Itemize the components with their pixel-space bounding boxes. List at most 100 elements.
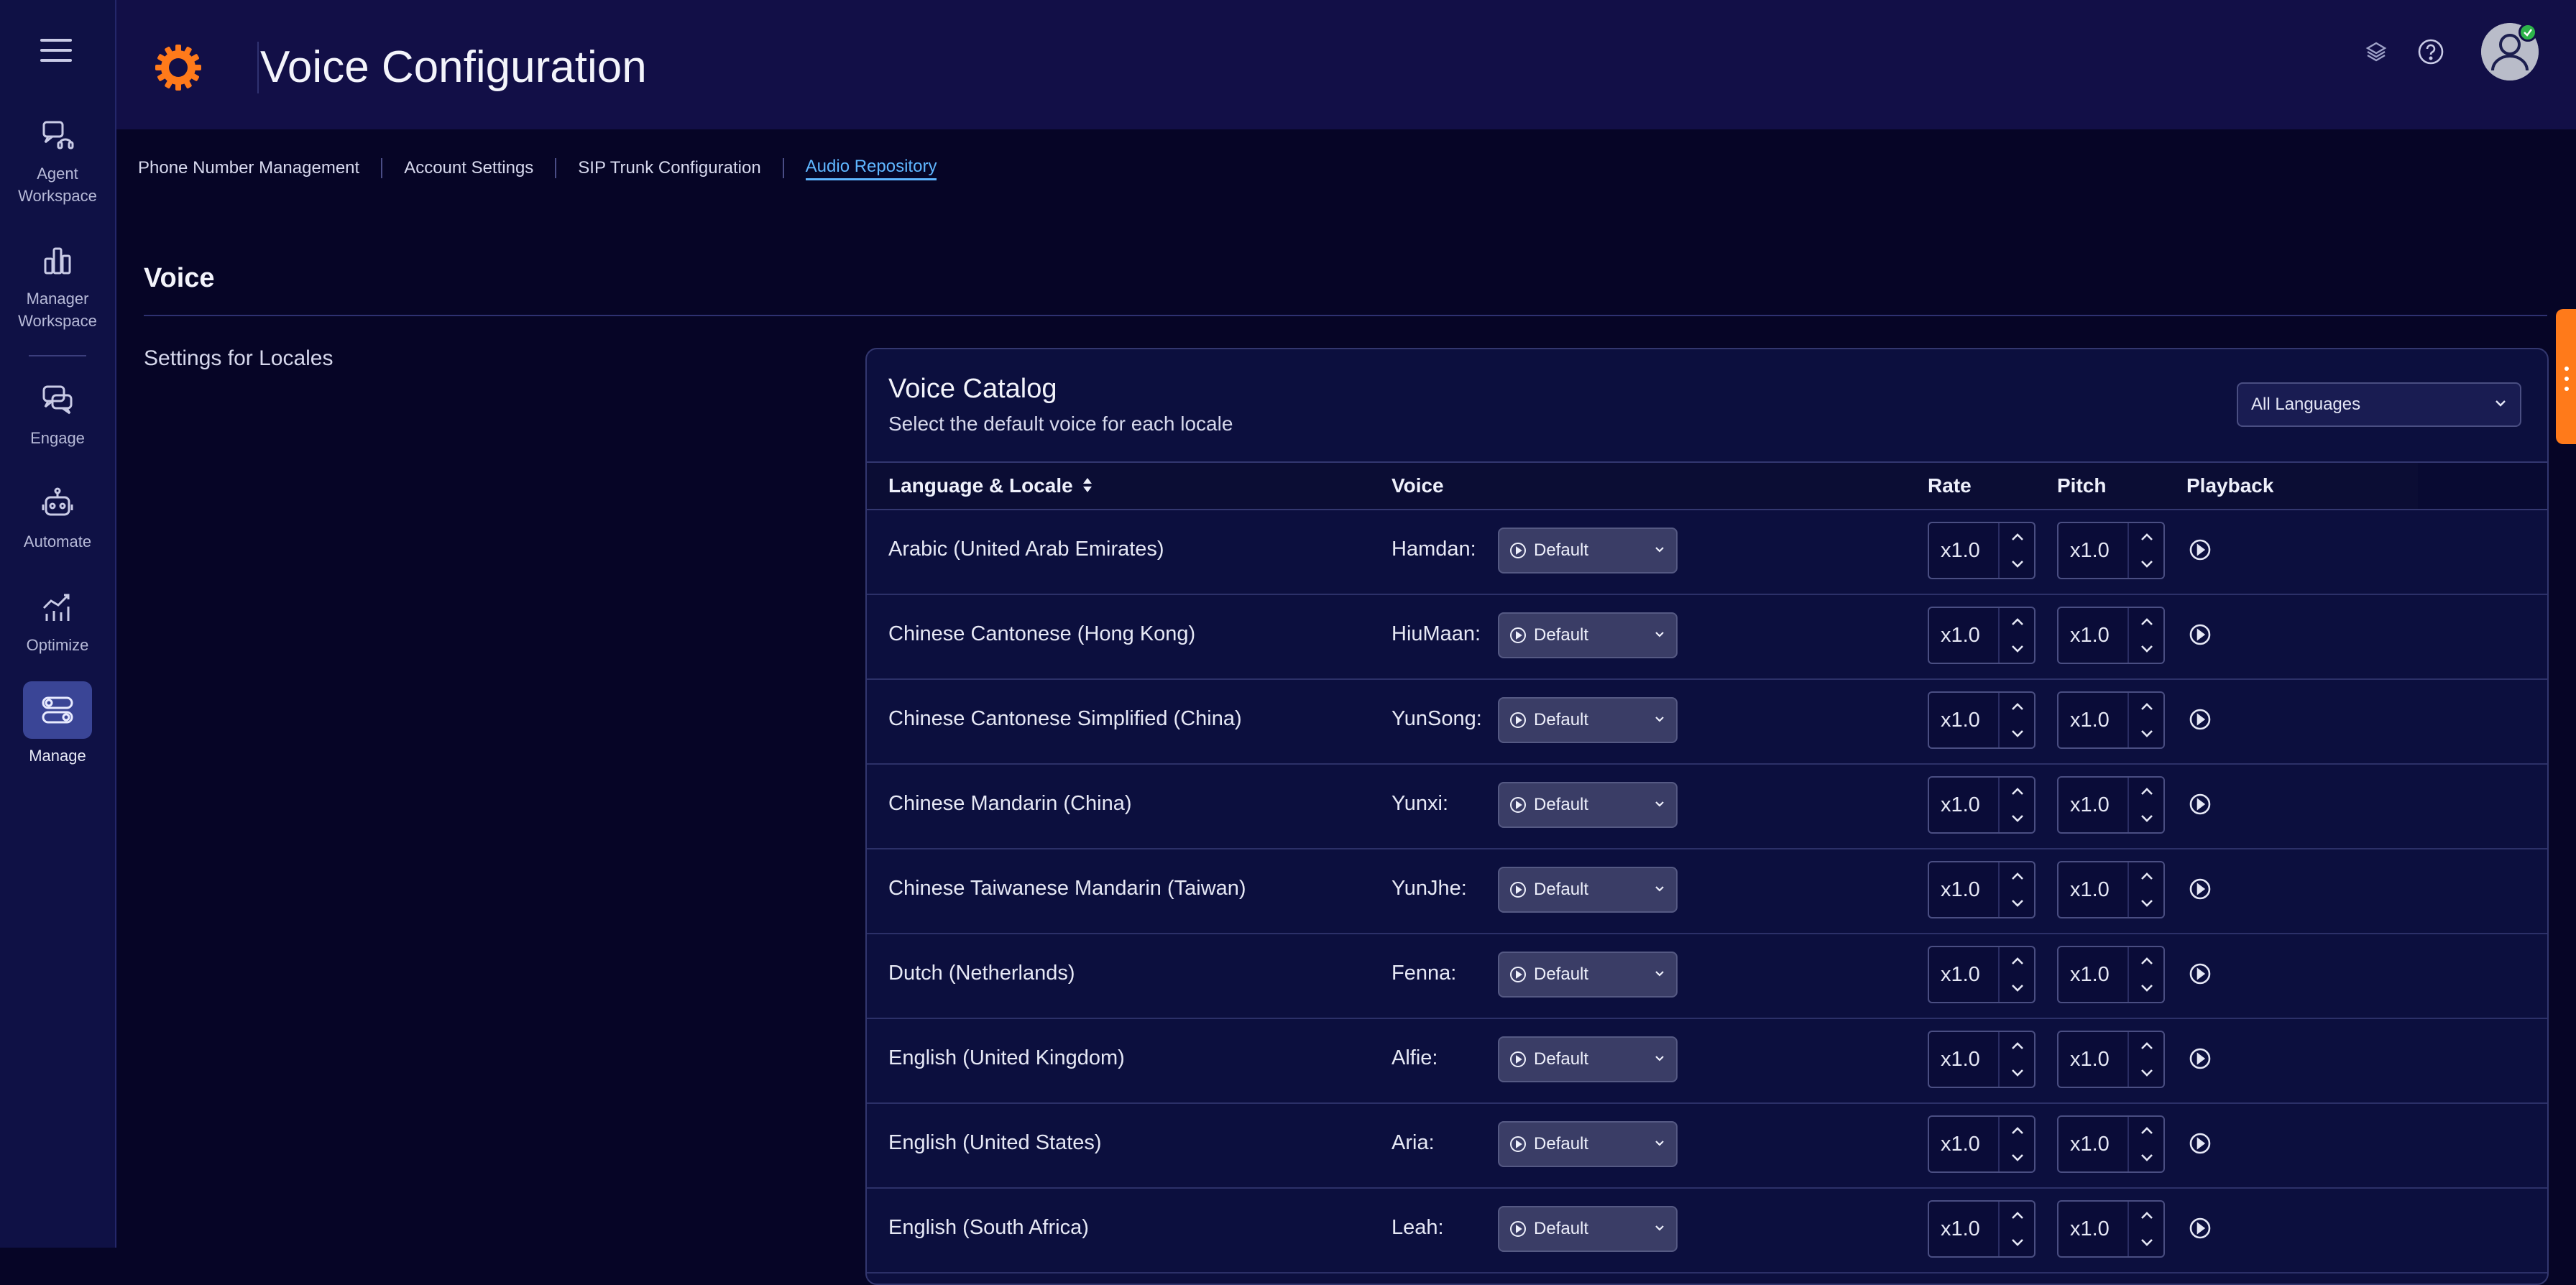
rate-decrement-button[interactable]	[2001, 1059, 2034, 1085]
voice-style-dropdown[interactable]: Default	[1498, 1036, 1678, 1082]
voice-style-dropdown[interactable]: Default	[1498, 697, 1678, 743]
rate-decrement-button[interactable]	[2001, 551, 2034, 576]
rate-increment-button[interactable]	[2001, 1203, 2034, 1229]
playback-button[interactable]	[2188, 962, 2212, 986]
pitch-increment-button[interactable]	[2130, 1033, 2163, 1059]
column-header-language[interactable]: Language & Locale	[888, 474, 1093, 499]
pitch-decrement-button[interactable]	[2130, 1059, 2163, 1085]
voice-style-dropdown[interactable]: Default	[1498, 952, 1678, 998]
playback-button[interactable]	[2188, 538, 2212, 562]
rate-stepper[interactable]: x1.0	[1928, 522, 2036, 579]
play-circle-icon	[1509, 711, 1527, 729]
rate-decrement-button[interactable]	[2001, 635, 2034, 661]
rate-decrement-button[interactable]	[2001, 975, 2034, 1000]
rate-increment-button[interactable]	[2001, 694, 2034, 720]
pitch-increment-button[interactable]	[2130, 694, 2163, 720]
rate-stepper[interactable]: x1.0	[1928, 607, 2036, 664]
tab-phone-number-management[interactable]: Phone Number Management	[138, 158, 359, 178]
rate-stepper[interactable]: x1.0	[1928, 691, 2036, 749]
play-icon	[2189, 1217, 2211, 1239]
pitch-stepper[interactable]: x1.0	[2057, 776, 2165, 834]
playback-button[interactable]	[2188, 1131, 2212, 1156]
help-icon[interactable]	[2415, 36, 2447, 68]
rate-increment-button[interactable]	[2001, 864, 2034, 890]
pitch-stepper[interactable]: x1.0	[2057, 1115, 2165, 1173]
sidebar-label: Optimize	[26, 636, 89, 654]
table-row: English (United Kingdom) Alfie: Default …	[867, 1018, 2547, 1104]
playback-button[interactable]	[2188, 1046, 2212, 1071]
voice-style-dropdown[interactable]: Default	[1498, 1206, 1678, 1252]
pitch-stepper[interactable]: x1.0	[2057, 607, 2165, 664]
rate-stepper[interactable]: x1.0	[1928, 1115, 2036, 1173]
pitch-decrement-button[interactable]	[2130, 805, 2163, 831]
rate-decrement-button[interactable]	[2001, 720, 2034, 746]
pitch-decrement-button[interactable]	[2130, 1229, 2163, 1255]
language-filter-select[interactable]: All Languages	[2237, 382, 2521, 427]
pitch-decrement-button[interactable]	[2130, 890, 2163, 916]
sidebar-label: Workspace	[18, 312, 97, 330]
pitch-decrement-button[interactable]	[2130, 975, 2163, 1000]
rate-stepper[interactable]: x1.0	[1928, 861, 2036, 918]
sidebar-item-engage[interactable]: Engage	[0, 379, 115, 449]
pitch-decrement-button[interactable]	[2130, 635, 2163, 661]
rate-decrement-button[interactable]	[2001, 1229, 2034, 1255]
voice-style-value: Default	[1534, 964, 1589, 984]
rate-stepper[interactable]: x1.0	[1928, 776, 2036, 834]
voice-catalog-title: Voice Catalog	[888, 374, 1057, 404]
side-drawer-handle[interactable]	[2556, 309, 2576, 444]
playback-button[interactable]	[2188, 622, 2212, 647]
pitch-decrement-button[interactable]	[2130, 720, 2163, 746]
pitch-increment-button[interactable]	[2130, 949, 2163, 975]
pitch-stepper[interactable]: x1.0	[2057, 1200, 2165, 1258]
locale-name: Dutch (Netherlands)	[888, 962, 1075, 985]
playback-button[interactable]	[2188, 792, 2212, 816]
rate-stepper[interactable]: x1.0	[1928, 1200, 2036, 1258]
tab-account-settings[interactable]: Account Settings	[404, 158, 533, 178]
pitch-stepper[interactable]: x1.0	[2057, 522, 2165, 579]
voice-style-dropdown[interactable]: Default	[1498, 867, 1678, 913]
tab-audio-repository[interactable]: Audio Repository	[805, 157, 937, 180]
rate-increment-button[interactable]	[2001, 525, 2034, 551]
voice-style-dropdown[interactable]: Default	[1498, 782, 1678, 828]
sidebar-item-optimize[interactable]: Optimize	[0, 586, 115, 656]
pitch-stepper[interactable]: x1.0	[2057, 691, 2165, 749]
playback-button[interactable]	[2188, 877, 2212, 901]
layers-icon[interactable]	[2360, 36, 2392, 68]
rate-increment-button[interactable]	[2001, 609, 2034, 635]
sidebar-item-manage[interactable]: Manage	[0, 681, 115, 767]
menu-icon[interactable]	[40, 39, 72, 65]
voice-style-dropdown[interactable]: Default	[1498, 528, 1678, 574]
pitch-decrement-button[interactable]	[2130, 551, 2163, 576]
pitch-decrement-button[interactable]	[2130, 1144, 2163, 1170]
pitch-stepper[interactable]: x1.0	[2057, 946, 2165, 1003]
rate-increment-button[interactable]	[2001, 949, 2034, 975]
tab-sip-trunk-configuration[interactable]: SIP Trunk Configuration	[578, 158, 760, 178]
rate-increment-button[interactable]	[2001, 1118, 2034, 1144]
pitch-increment-button[interactable]	[2130, 525, 2163, 551]
table-row: Chinese Cantonese Simplified (China) Yun…	[867, 678, 2547, 765]
voice-style-dropdown[interactable]: Default	[1498, 612, 1678, 658]
sidebar-item-manager-workspace[interactable]: Manager Workspace	[0, 240, 115, 332]
rate-increment-button[interactable]	[2001, 1033, 2034, 1059]
pitch-increment-button[interactable]	[2130, 864, 2163, 890]
rate-stepper[interactable]: x1.0	[1928, 1031, 2036, 1088]
pitch-increment-button[interactable]	[2130, 609, 2163, 635]
rate-decrement-button[interactable]	[2001, 890, 2034, 916]
voice-style-value: Default	[1534, 795, 1589, 814]
voice-style-dropdown[interactable]: Default	[1498, 1121, 1678, 1167]
pitch-increment-button[interactable]	[2130, 1118, 2163, 1144]
sort-icon[interactable]	[1082, 476, 1093, 499]
pitch-stepper[interactable]: x1.0	[2057, 1031, 2165, 1088]
sidebar-item-automate[interactable]: Automate	[0, 483, 115, 553]
rate-value: x1.0	[1941, 1217, 1980, 1240]
pitch-increment-button[interactable]	[2130, 1203, 2163, 1229]
rate-increment-button[interactable]	[2001, 779, 2034, 805]
playback-button[interactable]	[2188, 707, 2212, 732]
rate-decrement-button[interactable]	[2001, 1144, 2034, 1170]
sidebar-item-agent-workspace[interactable]: Agent Workspace	[0, 115, 115, 207]
rate-stepper[interactable]: x1.0	[1928, 946, 2036, 1003]
pitch-stepper[interactable]: x1.0	[2057, 861, 2165, 918]
playback-button[interactable]	[2188, 1216, 2212, 1240]
rate-decrement-button[interactable]	[2001, 805, 2034, 831]
pitch-increment-button[interactable]	[2130, 779, 2163, 805]
